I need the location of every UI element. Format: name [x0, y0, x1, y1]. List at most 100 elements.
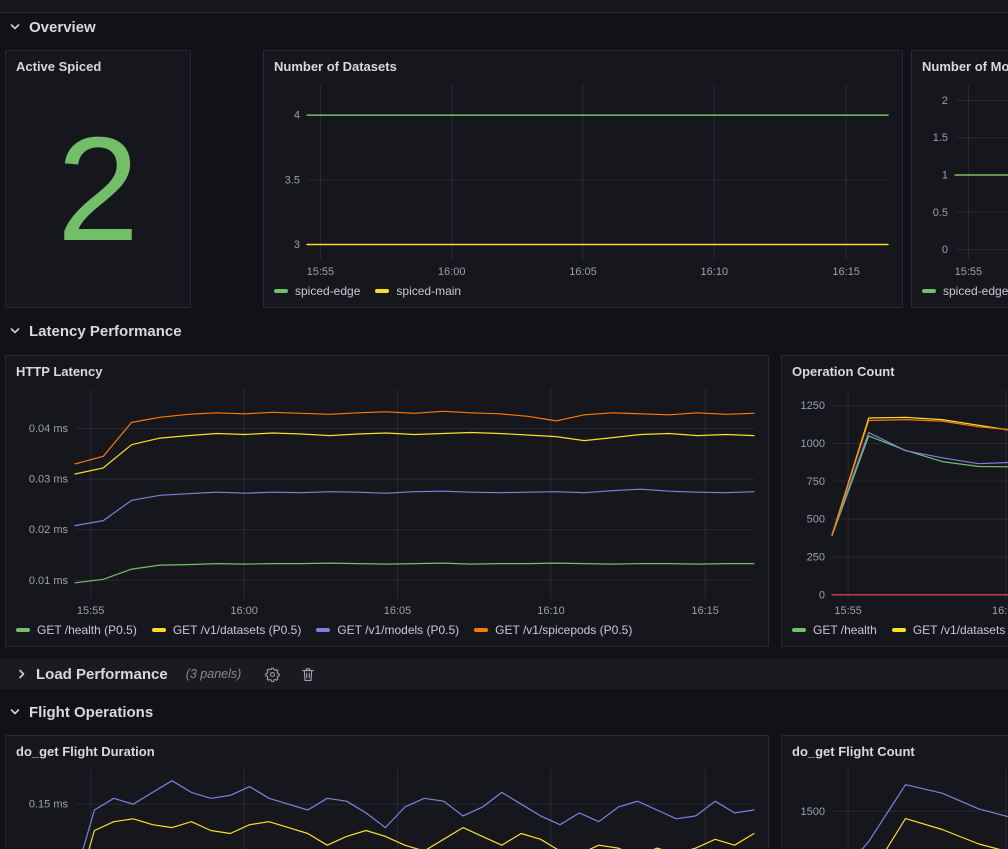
legend-item[interactable]: GET /health [792, 623, 877, 637]
chart-canvas: 15:5516:0016:0516:1016:1500.511.52 [922, 78, 1008, 281]
legend-item[interactable]: GET /v1/spicepods (P0.5) [474, 623, 632, 637]
svg-text:16:15: 16:15 [691, 605, 719, 617]
legend-swatch [316, 628, 330, 632]
chart-canvas: 15:5516:0016:0516:1016:15025050075010001… [792, 383, 1008, 620]
chevron-down-icon [8, 324, 22, 338]
svg-text:16:00: 16:00 [230, 605, 258, 617]
chart-flight-count[interactable]: 15:5516:0016:0516:1016:151500 [792, 763, 1008, 849]
section-title: Flight Operations [29, 704, 153, 721]
svg-text:15:55: 15:55 [834, 605, 862, 617]
section-header-overview[interactable]: Overview [8, 16, 96, 38]
svg-text:16:05: 16:05 [384, 605, 412, 617]
legend-swatch [16, 628, 30, 632]
legend-swatch [922, 289, 936, 293]
svg-text:250: 250 [807, 551, 825, 563]
panel-active-spiced: Active Spiced 2 [5, 50, 191, 308]
panel-title[interactable]: HTTP Latency [16, 361, 758, 383]
legend: spiced-edge spiced-main [274, 281, 892, 301]
legend-label: GET /v1/models (P0.5) [337, 623, 459, 637]
section-title: Latency Performance [29, 323, 182, 340]
svg-text:0.03 ms: 0.03 ms [29, 474, 69, 486]
chart-number-of-datasets[interactable]: 15:5516:0016:0516:1016:1533.54 [274, 78, 892, 281]
chevron-down-icon [8, 20, 22, 34]
legend-swatch [152, 628, 166, 632]
section-title: Load Performance [36, 666, 168, 683]
svg-text:16:05: 16:05 [569, 266, 597, 278]
legend-label: GET /v1/spicepods (P0.5) [495, 623, 632, 637]
trash-icon[interactable] [301, 667, 315, 682]
panel-http-latency: HTTP Latency 15:55 16:00 16:05 16:10 16:15 0.… [5, 355, 769, 647]
svg-text:0.5: 0.5 [933, 207, 948, 219]
chart-canvas: 15:5516:0016:0516:1016:151500 [792, 763, 1008, 849]
svg-text:15:55: 15:55 [955, 266, 983, 278]
legend-label: GET /v1/datasets [913, 623, 1006, 637]
svg-text:2: 2 [942, 95, 948, 107]
panel-title[interactable]: do_get Flight Count [792, 741, 1008, 763]
toolbar-edge [0, 0, 1008, 13]
section-header-flight[interactable]: Flight Operations [8, 701, 153, 723]
svg-text:16:10: 16:10 [537, 605, 565, 617]
svg-text:750: 750 [807, 476, 825, 488]
legend: GET /healthGET /v1/datasetsGET /v1/model… [792, 620, 1008, 640]
panel-title[interactable]: Operation Count [792, 361, 1008, 383]
chevron-right-icon [15, 667, 29, 681]
svg-text:1250: 1250 [801, 400, 825, 412]
legend-swatch [792, 628, 806, 632]
svg-text:1000: 1000 [801, 438, 825, 450]
svg-text:1.5: 1.5 [933, 132, 948, 144]
svg-text:16:00: 16:00 [992, 605, 1008, 617]
svg-text:1: 1 [942, 170, 948, 182]
grafana-dashboard: Overview Active Spiced 2 Number of Datas… [0, 0, 1008, 849]
legend-item[interactable]: GET /v1/datasets [892, 623, 1006, 637]
chart-canvas: 15:5516:0016:0516:1016:150.01 ms0.02 ms0… [16, 383, 758, 620]
svg-text:15:55: 15:55 [77, 605, 105, 617]
svg-text:15:55: 15:55 [307, 266, 335, 278]
stat-value: 2 [16, 78, 180, 301]
chevron-down-icon [8, 705, 22, 719]
legend-label: spiced-edge [295, 284, 360, 298]
legend-item[interactable]: spiced-main [375, 284, 461, 298]
section-header-load-performance[interactable]: Load Performance (3 panels) [0, 659, 1008, 689]
svg-text:16:15: 16:15 [832, 266, 860, 278]
legend-label: spiced-edge [943, 284, 1008, 298]
legend-item[interactable]: GET /v1/datasets (P0.5) [152, 623, 302, 637]
chart-canvas: 15:5516:0016:0516:1016:1533.54 [274, 78, 892, 281]
gear-icon[interactable] [265, 667, 280, 682]
legend-item[interactable]: spiced-edge [274, 284, 360, 298]
legend-item[interactable]: GET /v1/models (P0.5) [316, 623, 459, 637]
panel-count-label: (3 panels) [186, 667, 242, 681]
svg-text:16:10: 16:10 [701, 266, 729, 278]
legend: GET /health (P0.5) GET /v1/datasets (P0.5… [16, 620, 758, 640]
panel-operation-count: Operation Count 15:5516:0016:0516:1016:1… [781, 355, 1008, 647]
svg-text:4: 4 [294, 110, 300, 122]
svg-text:0.04 ms: 0.04 ms [29, 423, 69, 435]
svg-text:3.5: 3.5 [285, 174, 300, 186]
section-header-latency[interactable]: Latency Performance [8, 320, 182, 342]
chart-number-of-models[interactable]: 15:5516:0016:0516:1016:1500.511.52 [922, 78, 1008, 281]
chart-canvas: 15:5516:0016:0516:1016:150.15 ms [16, 763, 758, 849]
panel-title[interactable]: do_get Flight Duration [16, 741, 758, 763]
svg-text:0.01 ms: 0.01 ms [29, 575, 69, 587]
section-title: Overview [29, 19, 96, 36]
svg-text:16:00: 16:00 [438, 266, 466, 278]
legend-item[interactable]: GET /health (P0.5) [16, 623, 137, 637]
panel-number-of-datasets: Number of Datasets 15:55 16:00 16:05 16:10 1… [263, 50, 903, 308]
legend-swatch [892, 628, 906, 632]
legend-label: GET /health [813, 623, 877, 637]
panel-title[interactable]: Number of Datasets [274, 56, 892, 78]
panel-number-of-models: Number of Models 15:5516:0016:0516:1016:… [911, 50, 1008, 308]
legend: spiced-edge [922, 281, 1008, 301]
legend-swatch [274, 289, 288, 293]
svg-text:0: 0 [819, 589, 825, 601]
panel-flight-count: do_get Flight Count 15:5516:0016:0516:10… [781, 735, 1008, 849]
panel-title[interactable]: Active Spiced [16, 56, 180, 78]
legend-label: GET /health (P0.5) [37, 623, 137, 637]
svg-text:1500: 1500 [801, 806, 825, 818]
chart-flight-duration[interactable]: 15:5516:0016:0516:1016:150.15 ms [16, 763, 758, 849]
panel-title[interactable]: Number of Models [922, 56, 1008, 78]
chart-operation-count[interactable]: 15:5516:0016:0516:1016:15025050075010001… [792, 383, 1008, 620]
svg-text:500: 500 [807, 514, 825, 526]
svg-text:0: 0 [942, 244, 948, 256]
legend-item[interactable]: spiced-edge [922, 284, 1008, 298]
chart-http-latency[interactable]: 15:5516:0016:0516:1016:150.01 ms0.02 ms0… [16, 383, 758, 620]
